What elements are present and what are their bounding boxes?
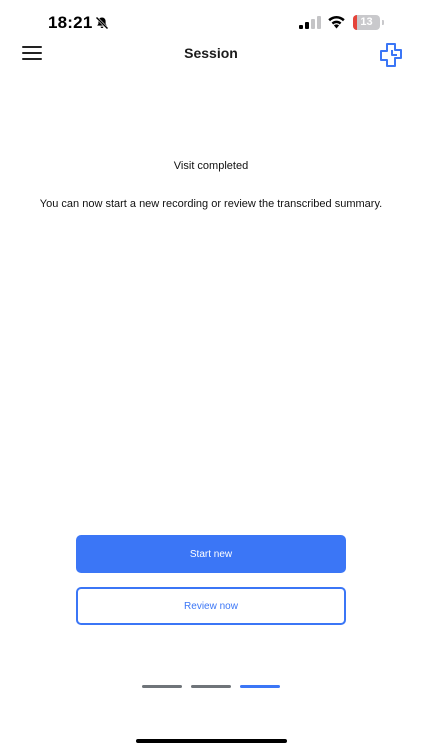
- status-time: 18:21: [48, 13, 93, 32]
- battery-icon: 13: [353, 15, 385, 30]
- page-indicator-dot: [240, 685, 280, 688]
- page-indicator-dot: [142, 685, 182, 688]
- review-now-button[interactable]: Review now: [76, 587, 346, 625]
- page-title: Session: [184, 45, 238, 61]
- cellular-signal-icon: [299, 16, 321, 29]
- wifi-icon: [328, 15, 345, 29]
- medical-cross-icon[interactable]: [378, 42, 404, 68]
- bell-muted-icon: [95, 16, 109, 30]
- visit-status-message: You can now start a new recording or rev…: [39, 198, 383, 210]
- start-new-button[interactable]: Start new: [76, 535, 346, 573]
- page-indicator-dot: [191, 685, 231, 688]
- page-indicator: [142, 685, 282, 689]
- navigation-bar: Session: [0, 40, 422, 70]
- battery-level: 13: [360, 16, 373, 28]
- visit-status-heading: Visit completed: [173, 160, 249, 172]
- home-indicator: [136, 739, 287, 743]
